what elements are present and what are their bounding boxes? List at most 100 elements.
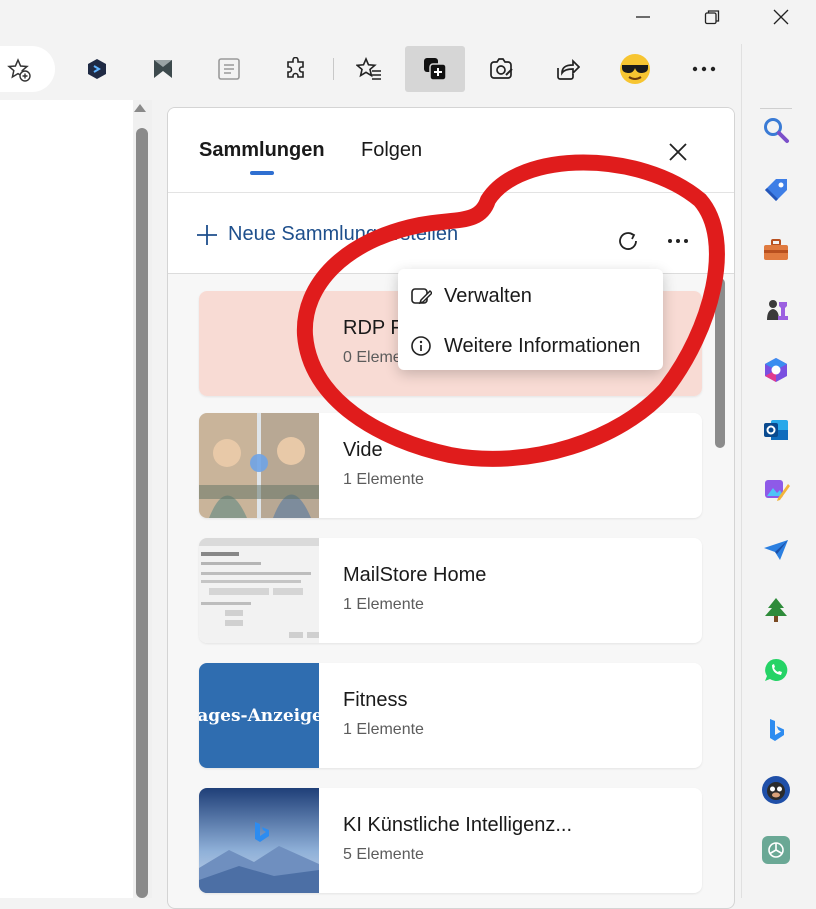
address-bar[interactable] — [0, 46, 55, 92]
collection-count: 0 Eleme — [343, 349, 402, 366]
menu-item-verwalten[interactable]: Verwalten — [398, 271, 663, 321]
sidebar-separator — [760, 108, 792, 109]
sidebar-outlook-button[interactable] — [756, 410, 796, 450]
sidebar-games-button[interactable] — [756, 290, 796, 330]
tree-icon — [765, 598, 787, 622]
collections-action-bar: Neue Sammlung erstellen — [168, 193, 734, 274]
extension-2-icon — [154, 60, 172, 78]
reader-view-icon — [218, 58, 240, 80]
extensions-icon — [287, 57, 304, 78]
emoji-extension-icon — [620, 54, 650, 84]
tab-folgen[interactable]: Folgen — [361, 139, 422, 162]
collection-card[interactable]: Tages-Anzeiger Fitness 1 Elemente — [199, 663, 702, 768]
minimize-icon — [636, 16, 650, 18]
bing-icon — [770, 719, 784, 741]
sidebar-tree-button[interactable] — [756, 590, 796, 630]
collection-count: 1 Elemente — [343, 596, 424, 613]
collection-count: 5 Elemente — [343, 846, 424, 863]
reader-view-button[interactable] — [199, 46, 259, 92]
restore-button[interactable] — [689, 0, 735, 34]
monkey-icon — [762, 776, 790, 804]
collection-thumbnail: Tages-Anzeiger — [199, 663, 319, 768]
tab-sammlungen[interactable]: Sammlungen — [199, 139, 325, 162]
extension-1-button[interactable] — [67, 46, 127, 92]
sidebar-monkey-button[interactable] — [756, 770, 796, 810]
favorites-icon — [356, 57, 381, 80]
panel-close-button[interactable] — [660, 134, 696, 170]
search-icon — [764, 118, 789, 143]
collections-context-menu: Verwalten Weitere Informationen — [398, 269, 663, 370]
menu-item-label: Weitere Informationen — [444, 334, 641, 357]
collections-scroll-thumb[interactable] — [715, 278, 725, 448]
minimize-button[interactable] — [620, 0, 666, 34]
new-collection-label: Neue Sammlung erstellen — [228, 223, 459, 245]
restore-icon — [704, 10, 720, 25]
games-icon — [767, 300, 788, 320]
collection-card[interactable]: KI Künstliche Intelligenz... 5 Elemente — [199, 788, 702, 893]
thumbnail-logo-text: Tages-Anzeiger — [199, 705, 319, 726]
web-capture-icon — [490, 58, 513, 79]
more-icon — [692, 66, 716, 72]
close-icon — [773, 9, 789, 25]
chatgpt-icon — [762, 836, 790, 864]
extension-1-icon — [88, 59, 106, 79]
sidebar-tools-button[interactable] — [756, 230, 796, 270]
plus-icon — [197, 224, 217, 245]
favorites-button[interactable] — [339, 46, 399, 92]
close-icon — [669, 143, 687, 161]
tools-icon — [764, 239, 788, 260]
extension-2-button[interactable] — [133, 46, 193, 92]
web-page-content[interactable] — [0, 100, 152, 898]
whatsapp-icon — [765, 658, 788, 681]
panel-header: Sammlungen Folgen — [168, 108, 734, 193]
edit-collection-icon — [411, 288, 432, 305]
collections-button[interactable] — [405, 46, 465, 92]
sidebar-designer-button[interactable] — [756, 470, 796, 510]
refresh-button[interactable] — [608, 221, 648, 261]
share-button[interactable] — [537, 46, 597, 92]
more-button[interactable] — [674, 46, 734, 92]
collection-title: Vide — [343, 439, 383, 461]
scroll-up-arrow-icon[interactable] — [134, 104, 146, 112]
share-icon — [557, 58, 580, 80]
drop-icon — [764, 540, 788, 560]
outlook-icon — [764, 420, 788, 440]
sidebar-chatgpt-button[interactable] — [756, 830, 796, 870]
menu-item-weitere-informationen[interactable]: Weitere Informationen — [398, 321, 663, 371]
menu-item-label: Verwalten — [444, 284, 532, 307]
collection-title: Fitness — [343, 689, 408, 711]
favorites-add-icon[interactable] — [7, 58, 31, 82]
shopping-tag-icon — [765, 179, 787, 201]
sidebar-shopping-button[interactable] — [756, 170, 796, 210]
refresh-icon — [619, 232, 637, 250]
collection-thumbnail — [199, 413, 319, 518]
collections-icon — [424, 58, 447, 81]
sidebar-microsoft365-button[interactable] — [756, 350, 796, 390]
window-close-button[interactable] — [758, 0, 804, 34]
collection-title: KI Künstliche Intelligenz... — [343, 814, 573, 836]
extensions-button[interactable] — [266, 46, 326, 92]
page-scroll-thumb[interactable] — [136, 128, 148, 898]
collection-card[interactable]: MailStore Home 1 Elemente — [199, 538, 702, 643]
toolbar-separator — [333, 58, 334, 80]
web-capture-button[interactable] — [471, 46, 531, 92]
collection-thumbnail — [199, 538, 319, 643]
collection-thumbnail — [199, 788, 319, 893]
collection-card[interactable]: Vide 1 Elemente — [199, 413, 702, 518]
sidebar-drop-button[interactable] — [756, 530, 796, 570]
collection-title: MailStore Home — [343, 564, 487, 586]
designer-icon — [765, 480, 790, 501]
info-icon — [411, 336, 431, 356]
emoji-extension-button[interactable] — [605, 46, 665, 92]
collection-count: 1 Elemente — [343, 471, 424, 488]
microsoft365-icon — [765, 358, 787, 382]
collection-count: 1 Elemente — [343, 721, 424, 738]
sidebar-bing-button[interactable] — [756, 710, 796, 750]
sidebar-whatsapp-button[interactable] — [756, 650, 796, 690]
more-icon — [668, 239, 688, 243]
new-collection-button[interactable]: Neue Sammlung erstellen — [196, 223, 458, 246]
sidebar-search-button[interactable] — [756, 110, 796, 150]
collection-title: RDP F — [343, 317, 403, 339]
active-tab-indicator — [250, 171, 274, 175]
collections-more-button[interactable] — [658, 221, 698, 261]
